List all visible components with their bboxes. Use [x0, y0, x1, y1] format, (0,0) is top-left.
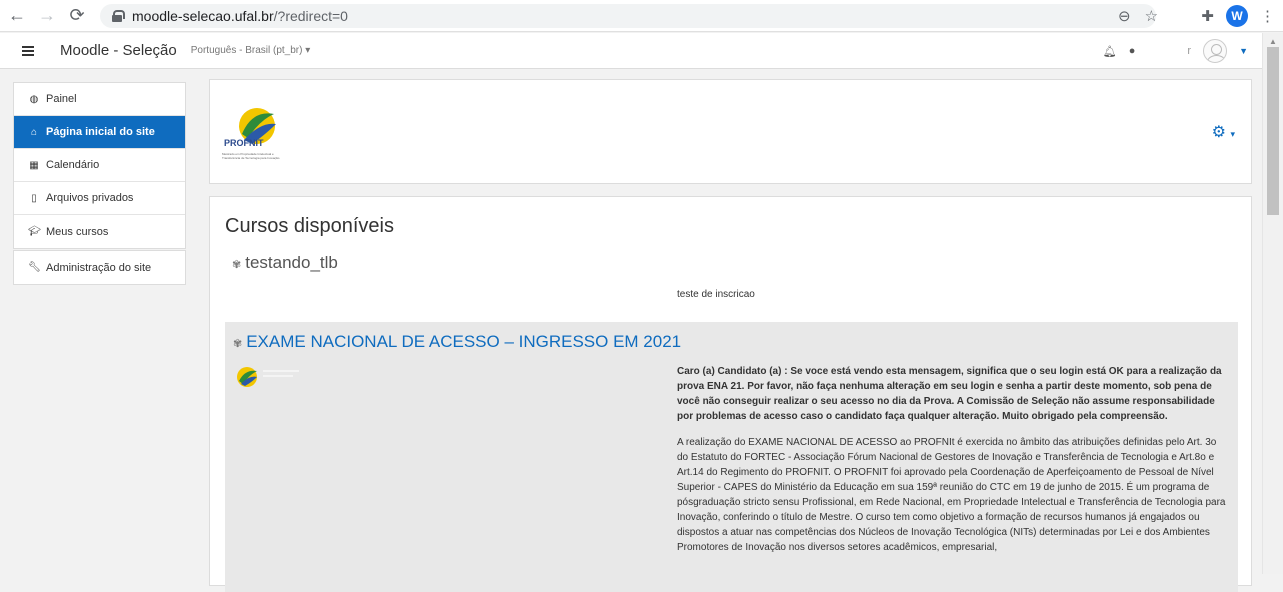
sidebar-item-calendar[interactable]: ▦ Calendário — [14, 149, 185, 182]
sidebar-item-site-admin[interactable]: 🔧︎ Administração do site — [14, 251, 185, 284]
profile-avatar[interactable]: W — [1226, 5, 1248, 27]
reload-icon[interactable]: ⟳ — [64, 3, 90, 29]
sidebar-item-label: Meus cursos — [46, 225, 109, 238]
sidebar-item-painel[interactable]: ◍ Painel — [14, 83, 185, 116]
graduation-cap-icon: 🎓︎ — [28, 226, 41, 237]
bookmark-star-icon[interactable]: ☆ — [1145, 7, 1158, 25]
url-host: moodle-selecao.ufal.br — [132, 8, 274, 24]
sidebar-item-home[interactable]: ⌂ Página inicial do site — [14, 116, 185, 149]
user-name[interactable]: r — [1187, 45, 1191, 57]
logo-text: PROFNIT — [224, 138, 264, 148]
course-summary: teste de inscricao — [677, 289, 755, 300]
user-avatar[interactable] — [1203, 39, 1228, 63]
home-icon: ⌂ — [30, 126, 38, 138]
course-icon: ✾ — [233, 338, 243, 350]
page-scrollbar[interactable]: ▲ — [1262, 33, 1283, 574]
address-bar[interactable]: moodle-selecao.ufal.br/?redirect=0 — [100, 4, 1156, 28]
sidebar-item-label: Página inicial do site — [46, 126, 155, 138]
url-path: /?redirect=0 — [273, 8, 348, 24]
course-link-testando[interactable]: ✾ testando_tlb — [232, 253, 338, 273]
course-summary: Caro (a) Candidato (a) : Se voce está ve… — [677, 364, 1227, 555]
sidebar-item-label: Painel — [46, 93, 77, 105]
calendar-icon: ▦ — [29, 159, 39, 171]
hamburger-menu-icon[interactable] — [22, 45, 34, 56]
back-icon[interactable]: ← — [4, 3, 30, 29]
user-menu-caret-icon[interactable]: ▼ — [1239, 46, 1248, 56]
language-menu[interactable]: Português - Brasil (pt_br) ▾ — [191, 45, 311, 56]
course-notice: Caro (a) Candidato (a) : Se voce está ve… — [677, 366, 1222, 422]
sidebar-item-label: Calendário — [46, 159, 100, 171]
nav-group-main: ◍ Painel ⌂ Página inicial do site ▦ Cale… — [13, 82, 186, 249]
notifications-bell-icon[interactable]: 🔔︎ — [1103, 45, 1117, 58]
scroll-up-icon[interactable]: ▲ — [1269, 37, 1277, 46]
file-icon: ▯ — [31, 192, 37, 204]
course-name: testando_tlb — [245, 253, 338, 272]
available-courses: Cursos disponíveis ✾ testando_tlb teste d… — [209, 196, 1252, 592]
top-navbar: Moodle - Seleção Português - Brasil (pt_… — [0, 33, 1262, 69]
course-description: A realização do EXAME NACIONAL DE ACESSO… — [677, 437, 1226, 553]
sidebar-item-label: Administração do site — [46, 261, 152, 274]
messages-icon[interactable]: ● — [1129, 45, 1136, 57]
section-title: Cursos disponíveis — [225, 215, 394, 237]
course-thumbnail-image — [237, 367, 299, 387]
extensions-icon[interactable]: ✚ — [1201, 7, 1214, 25]
gear-icon[interactable]: ⚙ ▾ — [1212, 122, 1235, 142]
course-name: EXAME NACIONAL DE ACESSO – INGRESSO EM 2… — [246, 332, 682, 351]
logo-subtitle: Mestrado em Propriedade Intelectual e Tr… — [222, 152, 280, 160]
browser-toolbar: ← → ⟳ moodle-selecao.ufal.br/?redirect=0… — [0, 0, 1283, 32]
site-name[interactable]: Moodle - Seleção — [60, 42, 177, 59]
sidebar-item-label: Arquivos privados — [46, 192, 134, 204]
course-box: ✾ EXAME NACIONAL DE ACESSO – INGRESSO EM … — [225, 322, 1238, 592]
page-header: PROFNIT Mestrado em Propriedade Intelect… — [209, 79, 1252, 184]
sidebar-item-private-files[interactable]: ▯ Arquivos privados — [14, 182, 185, 215]
zoom-icon[interactable]: ⊖ — [1118, 7, 1131, 25]
course-icon: ✾ — [232, 259, 242, 271]
nav-drawer: ◍ Painel ⌂ Página inicial do site ▦ Cale… — [0, 69, 195, 574]
forward-icon[interactable]: → — [34, 3, 60, 29]
wrench-icon: 🔧︎ — [28, 262, 41, 273]
nav-group-admin: 🔧︎ Administração do site — [13, 250, 186, 285]
course-link-exame[interactable]: ✾ EXAME NACIONAL DE ACESSO – INGRESSO EM … — [233, 332, 681, 352]
scrollbar-thumb[interactable] — [1267, 47, 1279, 215]
lock-icon — [112, 10, 125, 22]
browser-menu-icon[interactable]: ⋮ — [1260, 7, 1275, 25]
dashboard-icon: ◍ — [29, 93, 39, 105]
sidebar-item-my-courses[interactable]: 🎓︎ Meus cursos — [14, 215, 185, 248]
